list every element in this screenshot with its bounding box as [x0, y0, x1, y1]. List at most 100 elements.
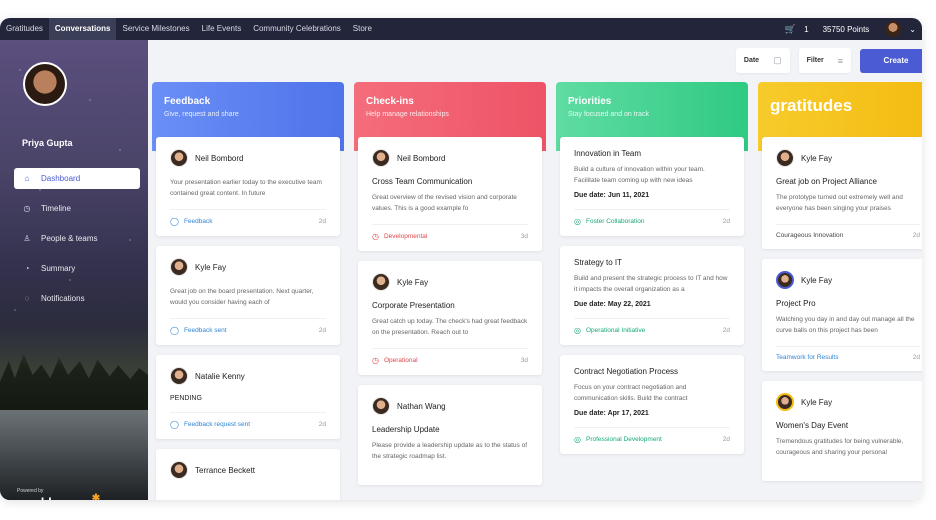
- checkin-card[interactable]: Kyle Fay Corporate Presentation Great ca…: [358, 261, 542, 375]
- nav-gratitudes[interactable]: Gratitudes: [0, 18, 49, 40]
- card-tag[interactable]: Foster Collaboration: [586, 218, 645, 225]
- checkin-card[interactable]: Nathan Wang Leadership Update Please pro…: [358, 385, 542, 485]
- priorities-cards: Innovation in Team Build a culture of in…: [560, 137, 744, 464]
- card-title: Corporate Presentation: [372, 301, 455, 310]
- person-name: Kyle Fay: [801, 275, 833, 285]
- sidebar-item-timeline[interactable]: ◷ Timeline: [14, 198, 140, 219]
- card-text: Your presentation earlier today to the e…: [170, 179, 322, 197]
- sidebar-item-people-teams[interactable]: ♙ People & teams: [14, 228, 140, 249]
- card-footer: ◷ Operational 3d: [372, 348, 528, 365]
- card-person: Nathan Wang: [372, 397, 528, 415]
- card-age: 2d: [318, 327, 326, 334]
- card-title: Women's Day Event: [776, 421, 849, 430]
- sidebar-item-label: People & teams: [41, 234, 98, 243]
- sidebar-menu: ⌂ Dashboard ◷ Timeline ♙ People & teams …: [14, 168, 140, 318]
- avatar: [776, 149, 794, 167]
- card-title: Innovation in Team: [574, 149, 642, 158]
- card-tag[interactable]: Developmental: [384, 233, 427, 240]
- sidebar-item-dashboard[interactable]: ⌂ Dashboard: [14, 168, 140, 189]
- cart-icon[interactable]: 🛒: [785, 24, 796, 35]
- target-icon: ◎: [574, 326, 581, 335]
- card-tag[interactable]: Operational Initiative: [586, 327, 645, 334]
- filter-icon: ≡: [837, 55, 843, 66]
- priority-card[interactable]: Innovation in Team Build a culture of in…: [560, 137, 744, 236]
- card-footer: ◎ Operational Initiative 2d: [574, 318, 730, 335]
- card-age: 2d: [722, 327, 730, 334]
- chat-bubble-icon: ◯: [170, 326, 179, 335]
- gratitude-card[interactable]: Kyle Fay Women's Day Event Tremendous gr…: [762, 381, 922, 481]
- nav-life-events[interactable]: Life Events: [196, 18, 248, 40]
- profile-avatar[interactable]: [23, 62, 67, 106]
- avatar: [170, 461, 188, 479]
- toolbar: Date ▢ Filter ≡ Create: [735, 48, 922, 73]
- card-text: Build a culture of innovation within you…: [574, 166, 705, 184]
- sidebar-item-label: Notifications: [41, 294, 85, 303]
- sidebar-item-notifications[interactable]: ◌ Notifications: [14, 288, 140, 309]
- lake-background: [0, 410, 148, 500]
- clock-icon: ◷: [372, 356, 379, 365]
- priorities-column: Priorities Stay focused and on track Inn…: [556, 82, 748, 500]
- date-label: Date: [743, 57, 760, 64]
- card-text: Build and present the strategic process …: [574, 275, 728, 293]
- card-tag[interactable]: Professional Development: [586, 436, 662, 443]
- card-text: Great catch up today. The check's had gr…: [372, 318, 528, 336]
- person-name: Nathan Wang: [397, 401, 446, 411]
- person-name: Kyle Fay: [801, 397, 833, 407]
- card-person: Neil Bombord: [372, 149, 528, 167]
- card-title: Project Pro: [776, 299, 816, 308]
- card-age: 2d: [318, 218, 326, 225]
- gratitudes-cards: Kyle Fay Great job on Project Alliance T…: [762, 137, 922, 491]
- column-subtitle: Help manage relationships: [366, 111, 449, 118]
- sidebar-item-label: Timeline: [41, 204, 71, 213]
- card-person: Terrance Beckett: [170, 461, 326, 479]
- checkin-card[interactable]: Neil Bombord Cross Team Communication Gr…: [358, 137, 542, 251]
- chart-icon: ◔: [24, 264, 30, 273]
- feedback-cards: Neil Bombord Your presentation earlier t…: [156, 137, 340, 500]
- avatar: [372, 273, 390, 291]
- create-button[interactable]: Create: [860, 48, 922, 73]
- card-text: Watching you day in and day out manage a…: [776, 316, 915, 334]
- card-tag[interactable]: Courageous Innovation: [776, 232, 843, 239]
- card-footer: Courageous Innovation 2d: [776, 224, 920, 239]
- clock-icon: ◷: [372, 232, 379, 241]
- card-person: Kyle Fay: [170, 258, 326, 276]
- column-title: Feedback: [164, 96, 211, 107]
- feedback-card[interactable]: Natalie Kenny PENDING ◯ Feedback request…: [156, 355, 340, 439]
- feedback-card[interactable]: Neil Bombord Your presentation earlier t…: [156, 137, 340, 236]
- clock-icon: ◷: [23, 204, 31, 213]
- date-filter[interactable]: Date ▢: [735, 48, 790, 73]
- card-title: Cross Team Communication: [372, 177, 473, 186]
- due-date: Due date: Apr 17, 2021: [574, 410, 649, 417]
- card-age: 2d: [318, 421, 326, 428]
- card-tag[interactable]: Feedback request sent: [184, 421, 250, 428]
- star-icon: ✱: [91, 493, 101, 500]
- status-pending: PENDING: [170, 395, 202, 402]
- feedback-card[interactable]: Terrance Beckett: [156, 449, 340, 500]
- nav-service-milestones[interactable]: Service Milestones: [116, 18, 195, 40]
- column-subtitle: Give, request and share: [164, 111, 239, 118]
- user-avatar[interactable]: [885, 21, 902, 37]
- target-icon: ◎: [574, 217, 581, 226]
- priority-card[interactable]: Strategy to IT Build and present the str…: [560, 246, 744, 345]
- sidebar-item-summary[interactable]: ◔ Summary: [14, 258, 140, 279]
- app-window: Gratitudes Conversations Service Milesto…: [0, 18, 922, 500]
- gratitude-card[interactable]: Kyle Fay Great job on Project Alliance T…: [762, 137, 922, 249]
- nav-store[interactable]: Store: [347, 18, 378, 40]
- card-tag[interactable]: Teamwork for Results: [776, 354, 839, 361]
- nav-conversations[interactable]: Conversations: [48, 18, 117, 40]
- top-navigation: Gratitudes Conversations Service Milesto…: [0, 18, 922, 40]
- gratitude-card[interactable]: Kyle Fay Project Pro Watching you day in…: [762, 259, 922, 371]
- nav-community-celebrations[interactable]: Community Celebrations: [247, 18, 347, 40]
- filter-dropdown[interactable]: Filter ≡: [798, 48, 851, 73]
- chevron-down-icon[interactable]: ⌄: [909, 25, 916, 34]
- card-tag[interactable]: Feedback sent: [184, 327, 227, 334]
- checkins-column: Check-ins Help manage relationships Neil…: [354, 82, 546, 500]
- card-footer: Teamwork for Results 2d: [776, 346, 920, 361]
- card-tag[interactable]: Operational: [384, 357, 418, 364]
- card-person: Kyle Fay: [372, 273, 528, 291]
- workhuman-logo: workhuman✱: [17, 493, 101, 500]
- priority-card[interactable]: Contract Negotiation Process Focus on yo…: [560, 355, 744, 454]
- card-tag[interactable]: Feedback: [184, 218, 213, 225]
- feedback-card[interactable]: Kyle Fay Great job on the board presenta…: [156, 246, 340, 345]
- filter-label: Filter: [806, 57, 824, 64]
